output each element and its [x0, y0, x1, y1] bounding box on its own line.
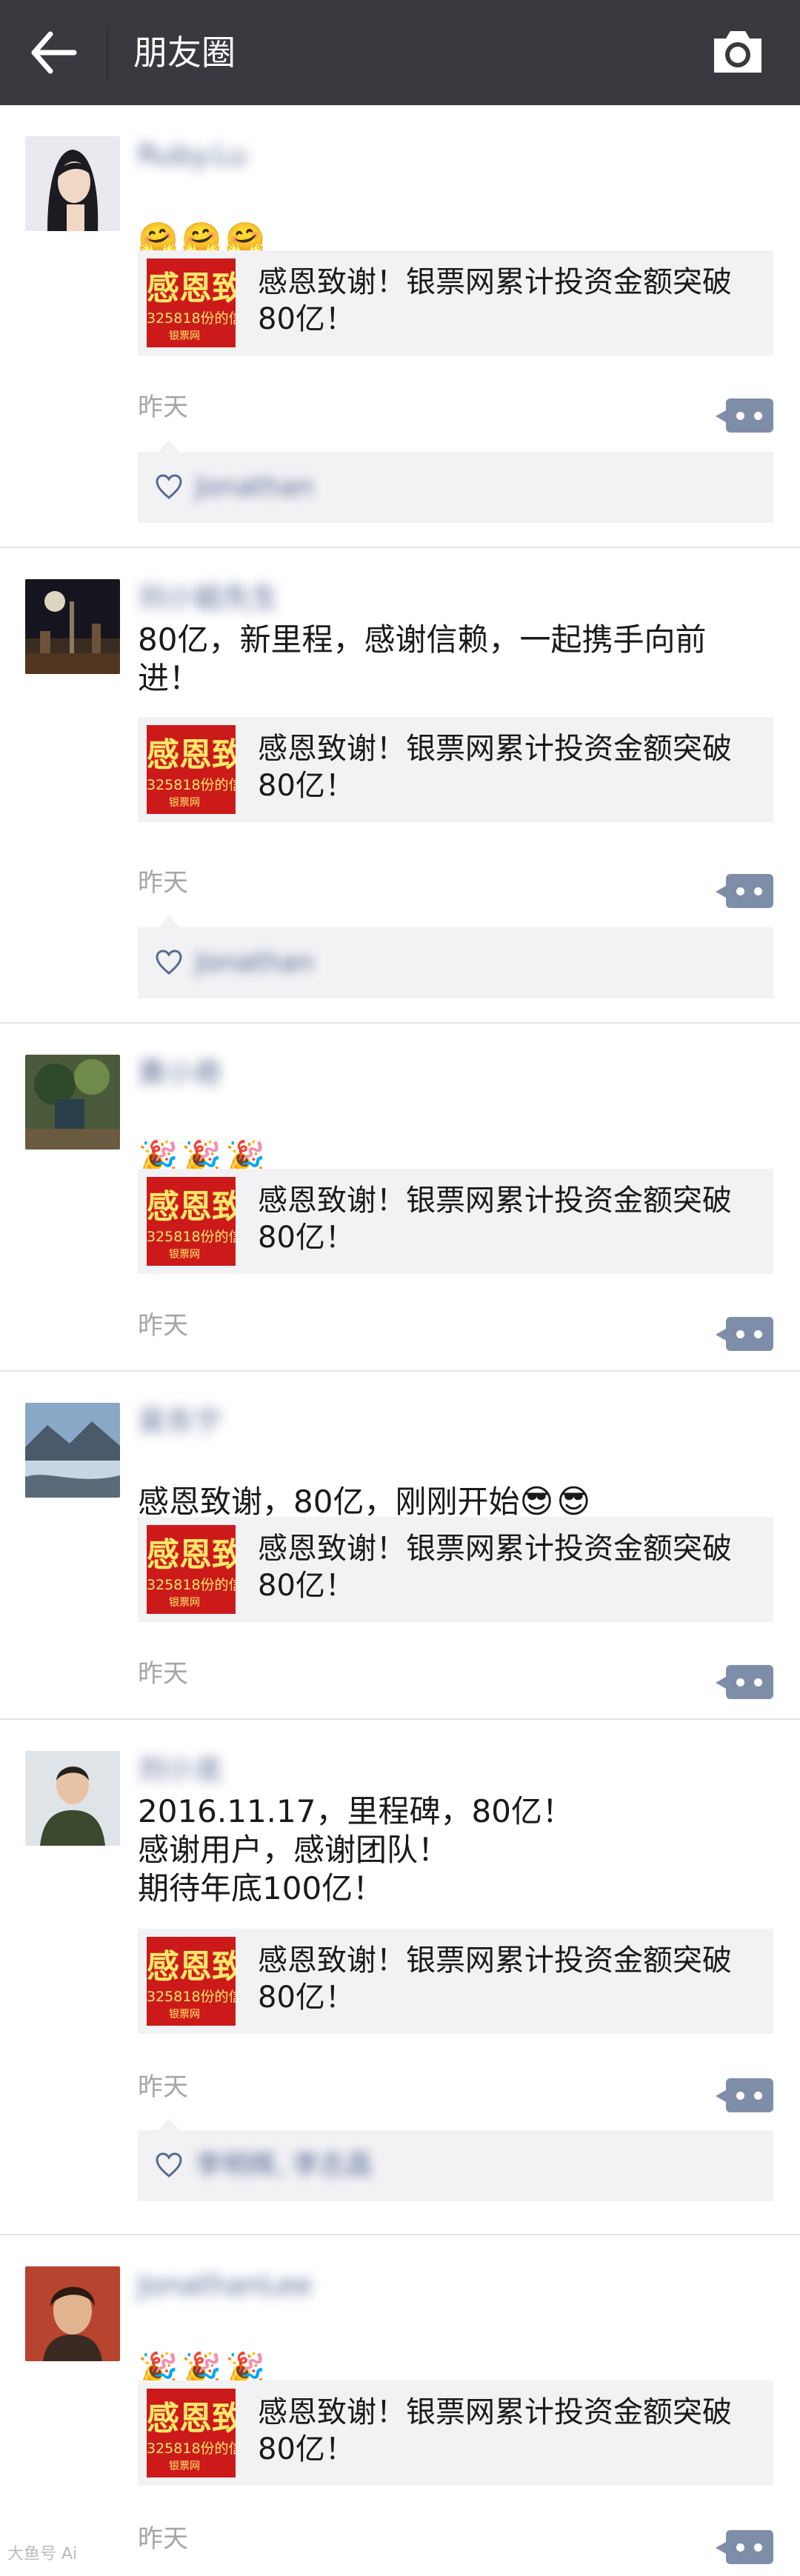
article-title: 感恩致谢！银票网累计投资金额突破80亿！ [258, 1532, 732, 1603]
likes-bar: 李明辉, 李志昌 [138, 2118, 773, 2201]
article-title: 感恩致谢！银票网累计投资金额突破80亿！ [258, 1943, 732, 2015]
thumb-brand: 银票网 [169, 2009, 200, 2021]
shared-article-card[interactable]: 感恩致谢 325818份的信赖 银票网 感恩致谢！银票网累计投资金额突破80亿！ [138, 250, 773, 356]
comment-menu-icon[interactable] [716, 874, 773, 908]
top-bar: 朋友圈 [0, 0, 800, 105]
post-emoji: 😎😎 [519, 1483, 594, 1521]
header-divider [107, 27, 108, 79]
thumb-subline: 325818份的信赖 [147, 1989, 236, 2005]
post-author[interactable]: 黄小奇 [138, 1055, 222, 1092]
article-title: 感恩致谢！银票网累计投资金额突破80亿！ [258, 265, 732, 336]
moment-post: 刘小姐先生 80亿，新里程，感谢信赖，一起携手向前 进！ 感恩致谢 325818… [0, 548, 800, 1024]
thumb-brand: 银票网 [169, 1249, 200, 1261]
moment-post: 吴东宁 感恩致谢，80亿，刚刚开始😎😎 感恩致谢 325818份的信赖 银票网 … [0, 1372, 800, 1720]
post-time: 昨天 [138, 2524, 188, 2554]
post-time: 昨天 [138, 1311, 188, 1341]
avatar[interactable] [25, 579, 120, 674]
avatar[interactable] [25, 136, 120, 231]
moment-post: 黄小奇 🎉🎉🎉 感恩致谢 325818份的信赖 银票网 感恩致谢！银票网累计投资… [0, 1024, 800, 1372]
thumb-headline: 感恩致谢 [147, 1948, 236, 1986]
comment-menu-icon[interactable] [716, 1665, 773, 1699]
watermark: 大鱼号 Ai [7, 2545, 78, 2563]
article-thumbnail: 感恩致谢 325818份的信赖 银票网 [147, 725, 236, 814]
post-time: 昨天 [138, 868, 188, 898]
thumb-headline: 感恩致谢 [147, 1536, 236, 1574]
article-title: 感恩致谢！银票网累计投资金额突破80亿！ [258, 732, 732, 803]
post-content: 🎉🎉🎉 [138, 1101, 753, 1178]
thumb-brand: 银票网 [169, 2460, 200, 2472]
post-author[interactable]: 刘小姐先生 [138, 579, 279, 616]
likes-bar: Jonathan [138, 915, 773, 998]
liker-names[interactable]: Jonathan [196, 945, 313, 981]
post-time: 昨天 [138, 393, 188, 422]
thumb-brand: 银票网 [169, 330, 200, 342]
post-text: 80亿，新里程，感谢信赖，一起携手向前 进！ [138, 621, 707, 696]
page-title: 朋友圈 [133, 33, 236, 73]
liker-names[interactable]: 李明辉, 李志昌 [196, 2148, 373, 2183]
comment-menu-icon[interactable] [716, 1317, 773, 1351]
thumb-subline: 325818份的信赖 [147, 1577, 236, 1593]
avatar[interactable] [25, 1055, 120, 1149]
thumb-headline: 感恩致谢 [147, 736, 236, 774]
thumb-subline: 325818份的信赖 [147, 310, 236, 327]
post-author[interactable]: Ruby.Lu [138, 136, 247, 173]
article-thumbnail: 感恩致谢 325818份的信赖 银票网 [147, 258, 236, 347]
moment-post: 刘小龙 2016.11.17，里程碑，80亿！ 感谢用户，感谢团队！ 期待年底1… [0, 1720, 800, 2235]
article-thumbnail: 感恩致谢 325818份的信赖 银票网 [147, 2389, 236, 2477]
shared-article-card[interactable]: 感恩致谢 325818份的信赖 银票网 感恩致谢！银票网累计投资金额突破80亿！ [138, 1929, 773, 2034]
post-time: 昨天 [138, 1659, 188, 1689]
back-arrow-icon[interactable] [28, 28, 81, 77]
article-thumbnail: 感恩致谢 325818份的信赖 银票网 [147, 1177, 236, 1266]
post-author[interactable]: 吴东宁 [138, 1403, 222, 1440]
thumb-headline: 感恩致谢 [147, 2400, 236, 2437]
thumb-headline: 感恩致谢 [147, 270, 236, 307]
heart-icon [156, 950, 182, 975]
heart-icon [156, 2152, 182, 2178]
comment-menu-icon[interactable] [716, 2530, 773, 2564]
post-text: 感恩致谢，80亿，刚刚开始 [138, 1484, 520, 1520]
post-author[interactable]: JonathanLee [138, 2266, 312, 2303]
comment-menu-icon[interactable] [716, 398, 773, 433]
thumb-subline: 325818份的信赖 [147, 2440, 236, 2457]
article-thumbnail: 感恩致谢 325818份的信赖 银票网 [147, 1937, 236, 2026]
shared-article-card[interactable]: 感恩致谢 325818份的信赖 银票网 感恩致谢！银票网累计投资金额突破80亿！ [138, 2380, 773, 2486]
liker-names[interactable]: Jonathan [196, 470, 313, 505]
likes-bar: Jonathan [138, 440, 773, 523]
thumb-brand: 银票网 [169, 1597, 200, 1609]
comment-menu-icon[interactable] [716, 2078, 773, 2112]
article-thumbnail: 感恩致谢 325818份的信赖 银票网 [147, 1525, 236, 1614]
post-text: 2016.11.17，里程碑，80亿！ 感谢用户，感谢团队！ 期待年底100亿！ [138, 1793, 573, 1906]
heart-icon [156, 474, 182, 499]
moments-feed[interactable]: Ruby.Lu 🤗🤗🤗 感恩致谢 325818份的信赖 银票网 感恩致谢！银票网… [0, 105, 800, 2576]
avatar[interactable] [25, 1751, 120, 1846]
article-title: 感恩致谢！银票网累计投资金额突破80亿！ [258, 1184, 732, 1255]
shared-article-card[interactable]: 感恩致谢 325818份的信赖 银票网 感恩致谢！银票网累计投资金额突破80亿！ [138, 1517, 773, 1622]
moment-post: Ruby.Lu 🤗🤗🤗 感恩致谢 325818份的信赖 银票网 感恩致谢！银票网… [0, 105, 800, 548]
camera-icon[interactable] [708, 24, 767, 80]
thumb-subline: 325818份的信赖 [147, 1229, 236, 1245]
thumb-subline: 325818份的信赖 [147, 777, 236, 793]
moment-post: JonathanLee 🎉🎉🎉 感恩致谢 325818份的信赖 银票网 感恩致谢… [0, 2235, 800, 2576]
avatar[interactable] [25, 1403, 120, 1498]
post-content: 🎉🎉🎉 [138, 2312, 753, 2389]
shared-article-card[interactable]: 感恩致谢 325818份的信赖 银票网 感恩致谢！银票网累计投资金额突破80亿！ [138, 1169, 773, 1274]
post-content: 🤗🤗🤗 [138, 182, 753, 259]
post-time: 昨天 [138, 2072, 188, 2102]
thumb-headline: 感恩致谢 [147, 1188, 236, 1226]
post-author[interactable]: 刘小龙 [138, 1751, 222, 1788]
avatar[interactable] [25, 2266, 120, 2361]
post-content: 感恩致谢，80亿，刚刚开始😎😎 [138, 1444, 753, 1521]
thumb-brand: 银票网 [169, 797, 200, 809]
shared-article-card[interactable]: 感恩致谢 325818份的信赖 银票网 感恩致谢！银票网累计投资金额突破80亿！ [138, 717, 773, 822]
article-title: 感恩致谢！银票网累计投资金额突破80亿！ [258, 2395, 732, 2466]
